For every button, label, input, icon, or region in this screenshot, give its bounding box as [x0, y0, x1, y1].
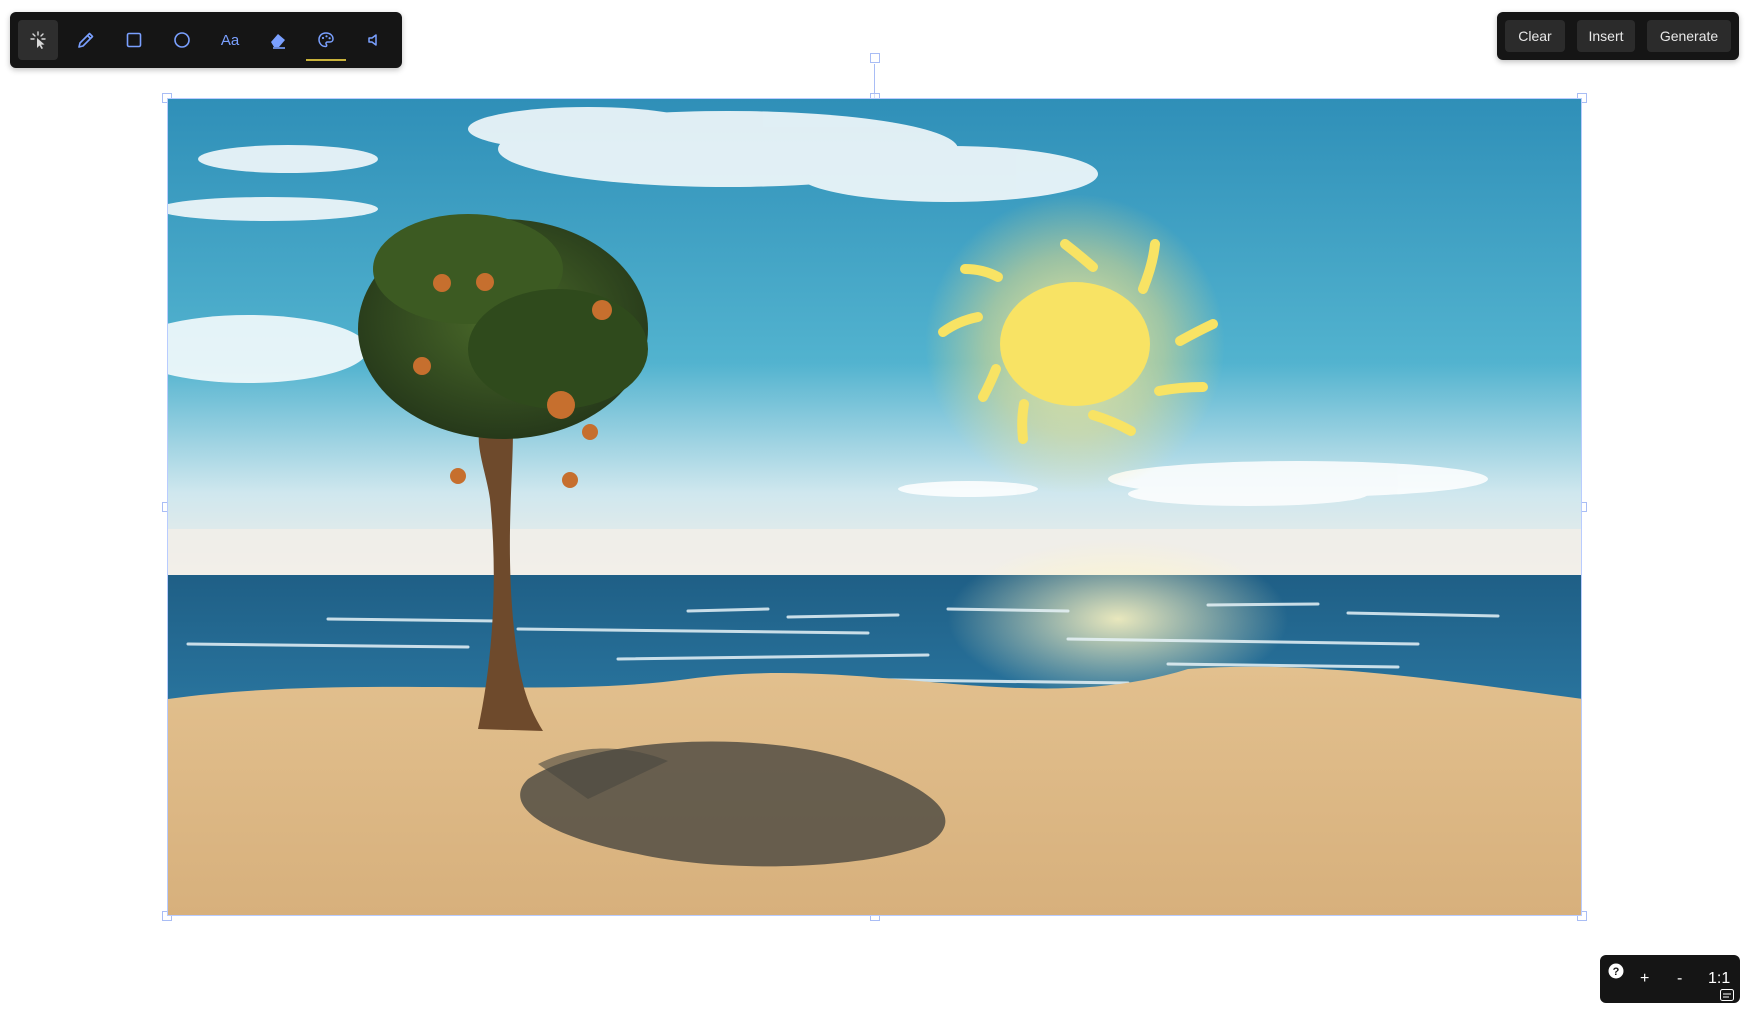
eraser-icon: [271, 34, 285, 49]
zoom-reset-button[interactable]: 1:1: [1708, 970, 1730, 988]
drawing-toolbar: Aa: [10, 12, 402, 68]
editor-page: Aa Clear Insert Generate ? + - 1:1: [0, 0, 1747, 1014]
insert-button[interactable]: Insert: [1577, 20, 1635, 52]
speaker-icon: [368, 34, 377, 46]
canvas-image[interactable]: [167, 98, 1582, 916]
rectangle-icon: [126, 32, 142, 48]
ellipse-tool-button[interactable]: [162, 20, 202, 60]
text-icon: Aa: [220, 31, 240, 49]
caption-icon[interactable]: [1720, 989, 1734, 1001]
circle-icon: [174, 32, 190, 48]
zoom-in-button[interactable]: +: [1640, 970, 1649, 988]
zoom-panel: ? + - 1:1: [1600, 955, 1740, 1003]
color-tool-button[interactable]: [306, 20, 346, 61]
magic-cursor-icon: [30, 31, 46, 49]
pencil-tool-button[interactable]: [66, 20, 106, 60]
help-icon[interactable]: ?: [1608, 963, 1624, 979]
generate-button[interactable]: Generate: [1647, 20, 1731, 52]
beach-image: [168, 99, 1581, 915]
rectangle-tool-button[interactable]: [114, 20, 154, 60]
select-tool-button[interactable]: [18, 20, 58, 60]
zoom-out-button[interactable]: -: [1677, 970, 1682, 988]
rotation-handle[interactable]: [870, 53, 880, 63]
svg-text:?: ?: [1613, 966, 1620, 978]
pencil-icon: [78, 32, 94, 48]
eraser-tool-button[interactable]: [258, 20, 298, 60]
palette-icon: [318, 32, 334, 48]
clear-button[interactable]: Clear: [1505, 20, 1565, 52]
action-bar: Clear Insert Generate: [1497, 12, 1739, 60]
text-tool-button[interactable]: Aa: [210, 20, 250, 60]
audio-tool-button[interactable]: [354, 20, 394, 60]
